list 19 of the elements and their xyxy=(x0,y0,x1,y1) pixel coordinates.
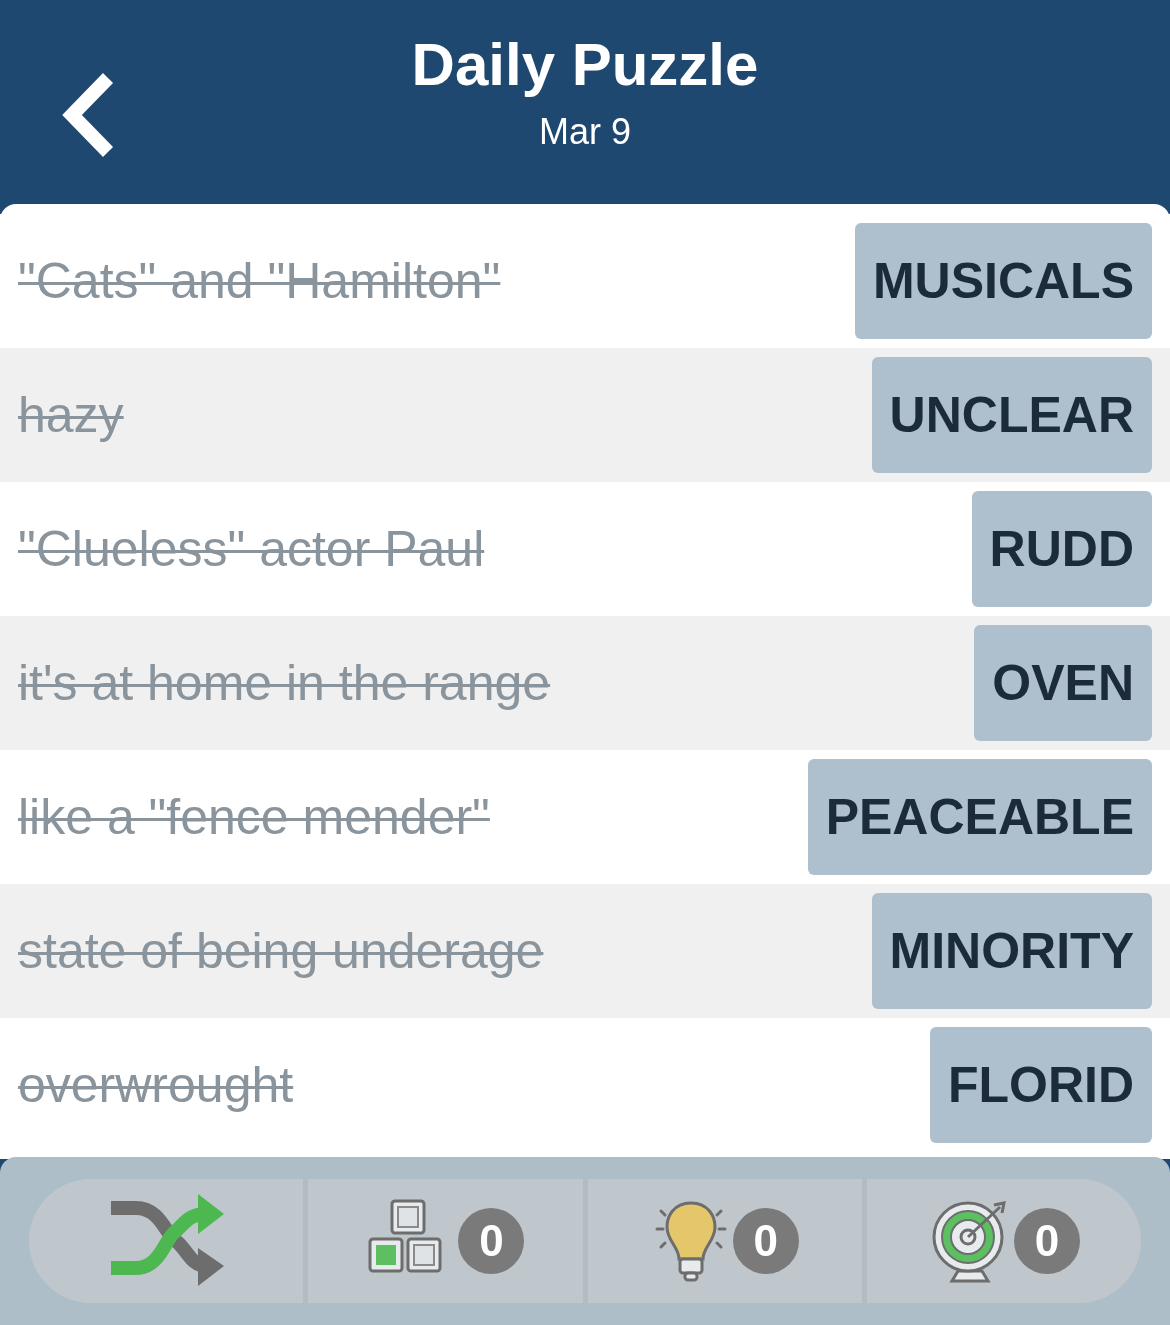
clue-text: "Clueless" actor Paul xyxy=(18,520,485,578)
page-title: Daily Puzzle xyxy=(411,30,759,100)
clue-text: "Cats" and "Hamilton" xyxy=(18,252,501,310)
answer-tile[interactable]: UNCLEAR xyxy=(871,357,1152,473)
answer-tile[interactable]: MINORITY xyxy=(871,893,1152,1009)
answer-tile[interactable]: MUSICALS xyxy=(854,223,1152,339)
clue-text: overwrought xyxy=(18,1056,294,1114)
count-badge: 0 xyxy=(1013,1208,1080,1274)
count-badge: 0 xyxy=(732,1208,799,1274)
answer-tile[interactable]: FLORID xyxy=(929,1027,1152,1143)
clue-text: state of being underage xyxy=(18,922,544,980)
clue-text: hazy xyxy=(18,386,124,444)
answer-tile[interactable]: OVEN xyxy=(974,625,1152,741)
answer-tile[interactable]: RUDD xyxy=(971,491,1152,607)
clue-text: like a "fence mender" xyxy=(18,788,490,846)
puzzle-date: Mar 9 xyxy=(538,110,631,154)
count-badge: 0 xyxy=(458,1208,525,1274)
clue-text: it's at home in the range xyxy=(18,654,551,712)
answer-tile[interactable]: PEACEABLE xyxy=(807,759,1152,875)
